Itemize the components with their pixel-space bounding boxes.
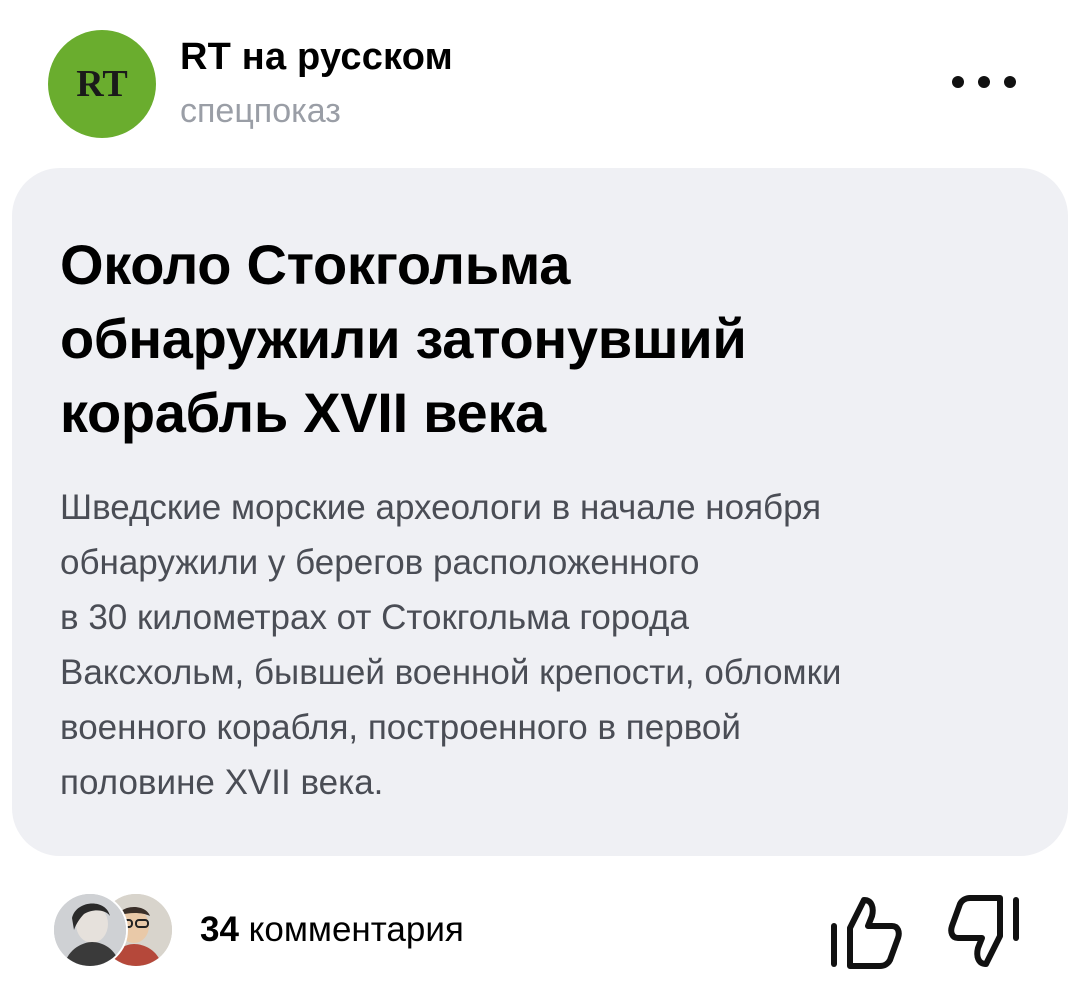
more-dot — [1004, 76, 1016, 88]
post-excerpt-line: половине XVII века. — [60, 763, 384, 802]
post-footer: 34 комментария — [52, 890, 1032, 974]
commenter-avatars[interactable] — [52, 892, 178, 968]
post-header: RT RT на русском спецпоказ — [48, 28, 1032, 140]
post-excerpt-line: военного корабля, построенного в первой — [60, 708, 741, 747]
post-excerpt-line: в 30 километрах от Стокгольма города — [60, 598, 689, 637]
more-dots-icon — [952, 76, 964, 88]
channel-subtitle: спецпоказ — [180, 92, 341, 130]
rt-logo-icon: RT — [76, 64, 127, 104]
like-button[interactable] — [828, 890, 904, 974]
thumbs-up-icon — [831, 897, 902, 969]
post-title-line: Около Стокгольма — [60, 233, 571, 296]
more-dot — [978, 76, 990, 88]
post-card[interactable]: Около Стокгольма обнаружили затонувший к… — [12, 168, 1068, 856]
more-options-button[interactable] — [952, 66, 1016, 98]
post-excerpt-line: Шведские морские археологи в начале нояб… — [60, 488, 822, 527]
post-title-line: корабль XVII века — [60, 381, 546, 444]
channel-name[interactable]: RT на русском — [180, 36, 453, 79]
comments-label: комментария — [248, 910, 464, 949]
post-excerpt-line: обнаружили у берегов расположенного — [60, 543, 700, 582]
comments-link[interactable]: 34 комментария — [200, 910, 464, 950]
comments-count: 34 — [200, 910, 239, 949]
post-title-line: обнаружили затонувший — [60, 307, 747, 370]
thumbs-down-icon — [948, 895, 1019, 967]
commenter-avatar — [52, 892, 128, 968]
post-excerpt: Шведские морские археологи в начале нояб… — [60, 480, 1040, 810]
post-title: Около Стокгольма обнаружили затонувший к… — [60, 228, 1020, 450]
post-excerpt-line: Ваксхольм, бывшей военной крепости, обло… — [60, 653, 842, 692]
channel-avatar[interactable]: RT — [48, 30, 156, 138]
dislike-button[interactable] — [946, 890, 1022, 974]
svg-text:RT: RT — [76, 64, 127, 104]
